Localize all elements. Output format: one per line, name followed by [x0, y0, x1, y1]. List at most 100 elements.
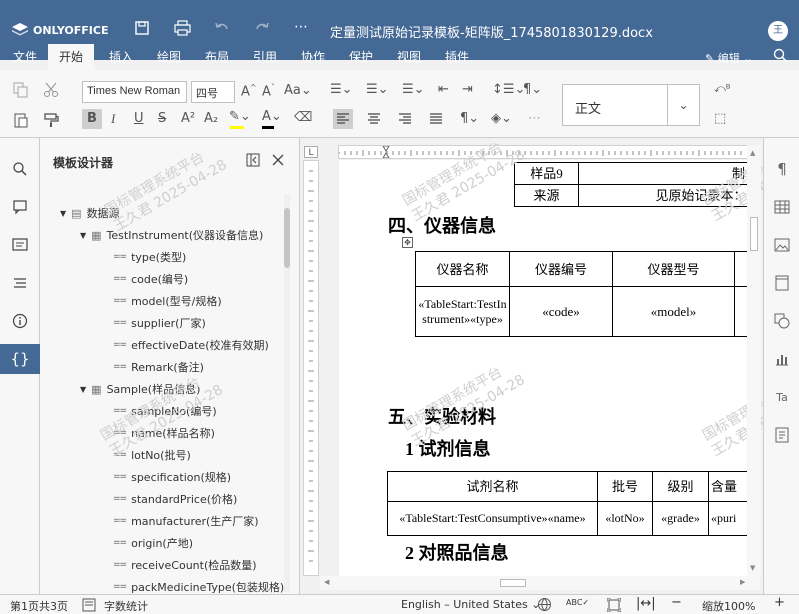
cut-icon[interactable]: [43, 82, 59, 98]
tree-field[interactable]: == origin(产地): [40, 532, 285, 554]
close-icon[interactable]: [272, 154, 284, 166]
menu-tab-protection[interactable]: 保护: [338, 44, 384, 70]
panel-scrollbar[interactable]: [284, 194, 290, 592]
select-all-icon[interactable]: ⬚: [714, 111, 726, 126]
shading-icon[interactable]: ◈⌄: [491, 111, 512, 126]
increase-indent-icon[interactable]: ⇥: [462, 82, 473, 97]
document-language-icon[interactable]: [537, 597, 552, 612]
fit-width-icon[interactable]: |↔|: [636, 596, 656, 611]
align-left-icon[interactable]: [333, 109, 353, 129]
search-icon[interactable]: [773, 48, 788, 63]
table-header-cell[interactable]: 仪器型号: [612, 251, 735, 287]
collapse-panel-icon[interactable]: [246, 153, 260, 167]
increase-font-icon[interactable]: A^: [241, 83, 257, 99]
menu-tab-file[interactable]: 文件: [2, 44, 48, 70]
bullet-list-icon[interactable]: ☰⌄: [330, 82, 353, 97]
highlight-color-icon[interactable]: ✎⌄: [229, 109, 251, 124]
menu-tab-home[interactable]: 开始: [48, 44, 95, 70]
table-cell[interactable]: «model»: [612, 286, 735, 337]
undo-icon[interactable]: [214, 20, 230, 36]
text-art-settings-icon[interactable]: Ta: [764, 382, 799, 412]
table-cell[interactable]: [734, 286, 747, 337]
language-select[interactable]: English – United States ⌄: [401, 598, 540, 611]
table-header-cell[interactable]: 仪器编号: [509, 251, 613, 287]
tree-field[interactable]: == name(样品名称): [40, 422, 285, 444]
tree-field[interactable]: == receiveCount(检品数量): [40, 554, 285, 576]
multilevel-list-icon[interactable]: ☰⌄: [402, 82, 425, 97]
fit-page-icon[interactable]: [607, 598, 621, 612]
italic-icon[interactable]: I: [111, 111, 115, 127]
superscript-icon[interactable]: A²: [181, 111, 195, 126]
horizontal-ruler[interactable]: [338, 145, 748, 159]
justify-icon[interactable]: [426, 109, 446, 129]
tree-field[interactable]: == Remark(备注): [40, 356, 285, 378]
menu-tab-draw[interactable]: 绘图: [146, 44, 192, 70]
table-header-cell[interactable]: 仪器名称: [415, 251, 510, 287]
table-header-cell[interactable]: 批号: [597, 471, 653, 502]
borders-icon[interactable]: ⋯: [528, 111, 541, 126]
menu-tab-layout[interactable]: 布局: [194, 44, 240, 70]
header-footer-settings-icon[interactable]: [764, 268, 799, 298]
table-cell[interactable]: 见原始记录本：1: [578, 184, 747, 207]
print-icon[interactable]: [174, 20, 191, 36]
tree-field[interactable]: == effectiveDate(校准有效期): [40, 334, 285, 356]
vertical-ruler[interactable]: [303, 160, 319, 576]
tree-field[interactable]: == standardPrice(价格): [40, 488, 285, 510]
tree-root[interactable]: ▼ ▤ 数据源: [40, 202, 285, 224]
clear-style-icon[interactable]: ⌫: [294, 110, 312, 125]
numbered-list-icon[interactable]: ☰⌄: [366, 82, 389, 97]
line-spacing-icon[interactable]: ↕☰⌄: [492, 82, 525, 97]
vertical-scrollbar[interactable]: ▲ ▼: [747, 145, 761, 576]
copy-icon[interactable]: [13, 82, 29, 98]
chat-icon[interactable]: [0, 230, 40, 260]
font-name-select[interactable]: Times New Roman: [82, 81, 187, 103]
scroll-right-icon[interactable]: ▶: [740, 578, 745, 586]
strikethrough-icon[interactable]: S: [158, 111, 166, 126]
tree-field[interactable]: == manufacturer(生产厂家): [40, 510, 285, 532]
sample-table[interactable]: 样品9 制 来源 见原始记录本：1: [514, 162, 747, 207]
word-count-icon[interactable]: [82, 598, 96, 612]
document-page[interactable]: 样品9 制 来源 见原始记录本：1 四、仪器信息 ✥ 仪器名称 仪器编号 仪器型…: [339, 160, 747, 576]
redo-icon[interactable]: [254, 20, 270, 36]
menu-tab-plugins[interactable]: 插件: [434, 44, 480, 70]
chart-settings-icon[interactable]: [764, 344, 799, 374]
menu-tab-view[interactable]: 视图: [386, 44, 432, 70]
styles-dropdown-chevron-icon[interactable]: ⌄: [668, 84, 700, 126]
tree-group[interactable]: ▼ ▦ TestInstrument(仪器设备信息): [40, 224, 285, 246]
table-cell[interactable]: 样品9: [514, 162, 579, 185]
paste-icon[interactable]: [13, 112, 29, 128]
info-icon[interactable]: [0, 306, 40, 336]
paragraph-settings-icon[interactable]: ¶: [764, 154, 799, 184]
word-count-label[interactable]: 字数统计: [104, 598, 148, 614]
table-cell[interactable]: «lotNo»: [597, 501, 653, 536]
menu-tab-references[interactable]: 引用: [242, 44, 288, 70]
table-move-handle-icon[interactable]: ✥: [402, 237, 413, 248]
find-icon[interactable]: [0, 154, 40, 184]
tree-field[interactable]: == code(编号): [40, 268, 285, 290]
edit-mode-button[interactable]: ✎ 编辑 ⌄: [705, 50, 752, 66]
font-size-select[interactable]: 四号: [191, 81, 235, 103]
comments-icon[interactable]: [0, 192, 40, 222]
table-header-cell[interactable]: 级别: [652, 471, 709, 502]
table-cell[interactable]: «TableStart:TestConsumptive»«name»: [387, 501, 598, 536]
decrease-indent-icon[interactable]: ⇤: [438, 82, 449, 97]
subscript-icon[interactable]: A₂: [204, 111, 218, 126]
table-settings-icon[interactable]: [764, 192, 799, 222]
underline-icon[interactable]: U: [134, 111, 144, 126]
menu-tab-collaboration[interactable]: 协作: [290, 44, 336, 70]
table-cell[interactable]: 制: [578, 162, 747, 185]
tree-field[interactable]: == sampleNo(编号): [40, 400, 285, 422]
format-painter-icon[interactable]: [43, 112, 59, 128]
decrease-font-icon[interactable]: Aˇ: [262, 83, 275, 99]
zoom-out-icon[interactable]: −: [671, 595, 682, 610]
save-icon[interactable]: [134, 20, 150, 36]
table-header-cell[interactable]: [734, 251, 747, 287]
table-cell[interactable]: «TableStart:TestInstrument»«type»: [415, 286, 510, 337]
table-cell[interactable]: «grade»: [652, 501, 709, 536]
table-header-cell[interactable]: 含量: [708, 471, 747, 502]
change-case-icon[interactable]: Aa⌄: [284, 83, 312, 98]
horizontal-scrollbar[interactable]: ◀ ▶: [320, 576, 760, 590]
tree-field[interactable]: == specification(规格): [40, 466, 285, 488]
replace-style-icon[interactable]: ⤺ᴮ: [714, 82, 731, 96]
reagent-table[interactable]: 试剂名称 批号 级别 含量 «TableStart:TestConsumptiv…: [387, 471, 747, 536]
